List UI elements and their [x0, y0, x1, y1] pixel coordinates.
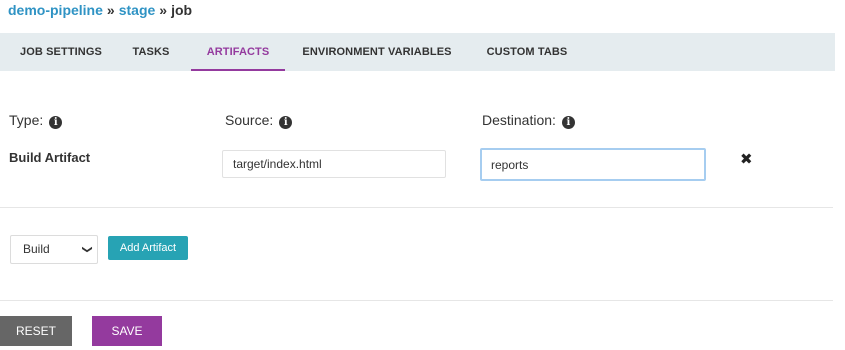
breadcrumb-separator: » [159, 2, 168, 18]
tab-environment-variables[interactable]: ENVIRONMENT VARIABLES [299, 33, 455, 71]
breadcrumb-stage-link[interactable]: stage [119, 2, 156, 18]
artifact-type-selected-value: Build [23, 242, 50, 256]
type-label: Type: [9, 112, 44, 128]
tab-custom-tabs[interactable]: CUSTOM TABS [482, 33, 572, 71]
breadcrumb: demo-pipeline» stage» job [8, 2, 192, 18]
destination-column-header: Destination: i [482, 112, 575, 129]
breadcrumb-job: job [171, 2, 193, 18]
artifact-type-value: Build Artifact [9, 150, 91, 165]
section-divider [0, 207, 833, 208]
close-icon[interactable]: ✖ [740, 150, 753, 168]
source-label: Source: [225, 112, 274, 128]
add-artifact-button[interactable]: Add Artifact [108, 236, 188, 260]
tab-job-settings[interactable]: JOB SETTINGS [13, 33, 109, 71]
save-button[interactable]: SAVE [92, 316, 162, 346]
info-circle-icon[interactable]: i [49, 116, 63, 129]
artifact-destination-input[interactable] [480, 148, 706, 181]
info-circle-icon[interactable]: i [279, 116, 293, 129]
job-tab-bar: JOB SETTINGS TASKS ARTIFACTS ENVIRONMENT… [0, 33, 835, 71]
info-circle-icon[interactable]: i [561, 116, 575, 129]
artifact-source-input[interactable] [222, 150, 446, 178]
reset-button[interactable]: RESET [0, 316, 72, 346]
type-column-header: Type: i [9, 112, 63, 129]
chevron-down-icon: ❯ [81, 245, 93, 254]
artifact-type-select[interactable]: Build ❯ [10, 235, 98, 264]
breadcrumb-separator: » [106, 2, 115, 18]
destination-label: Destination: [482, 112, 556, 128]
footer-divider [0, 300, 833, 301]
tab-tasks[interactable]: TASKS [126, 33, 176, 71]
source-column-header: Source: i [225, 112, 293, 129]
tab-artifacts[interactable]: ARTIFACTS [191, 33, 285, 71]
breadcrumb-pipeline-link[interactable]: demo-pipeline [8, 2, 103, 18]
job-settings-page: demo-pipeline» stage» job JOB SETTINGS TAS… [0, 0, 845, 350]
